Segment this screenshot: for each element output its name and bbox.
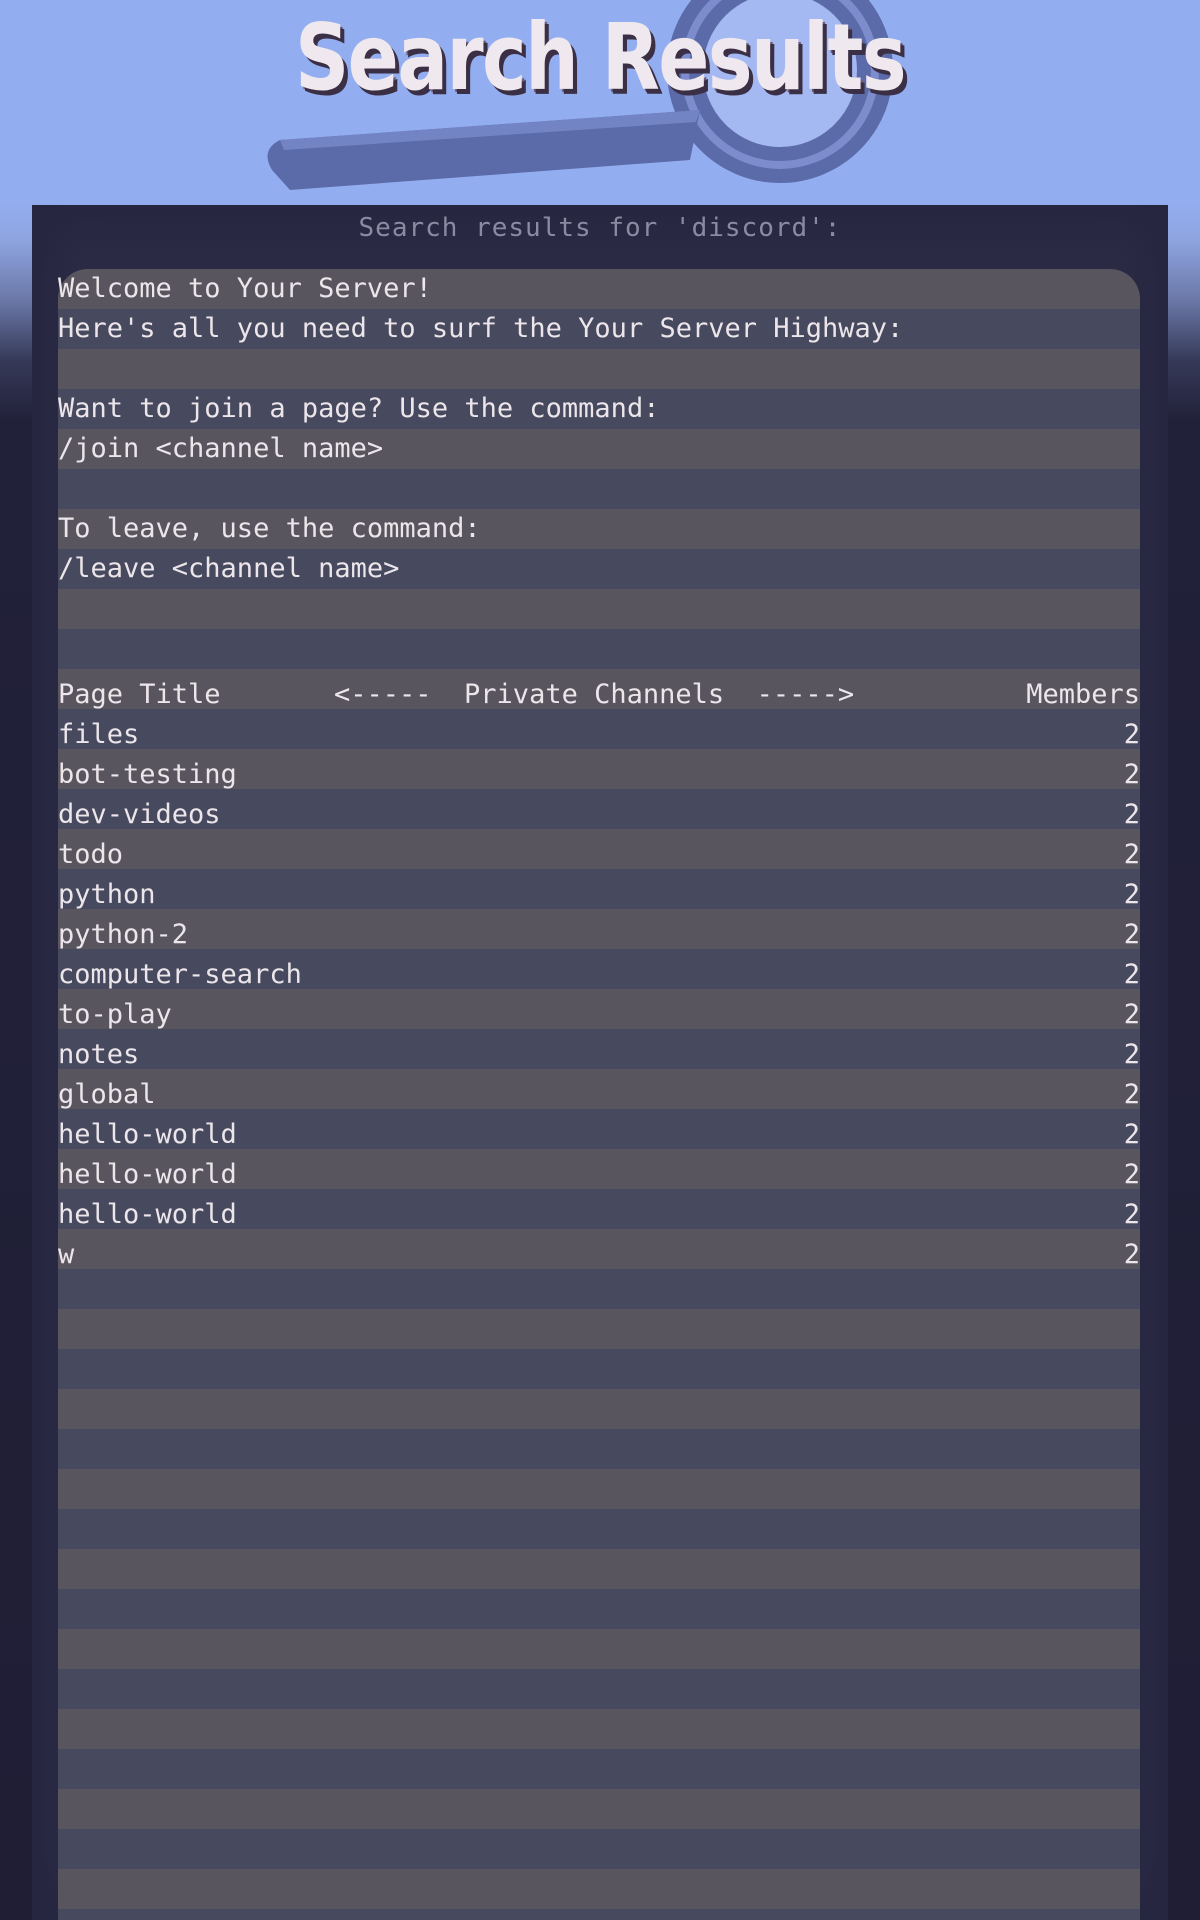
channel-name[interactable]: notes (58, 1035, 139, 1075)
channel-name[interactable]: todo (58, 835, 123, 875)
channel-row[interactable]: hello-world 2 (58, 1155, 1140, 1195)
channel-name[interactable]: global (58, 1075, 156, 1115)
channel-members-count: 2 (1123, 879, 1140, 910)
channel-members-count: 2 (1123, 959, 1140, 990)
intro-line: Here's all you need to surf the Your Ser… (58, 313, 904, 344)
page-title: Search Results (294, 4, 907, 111)
channel-row[interactable]: bot-testing 2 (58, 755, 1140, 795)
channel-name[interactable]: dev-videos (58, 795, 221, 835)
channel-name[interactable]: to-play (58, 995, 172, 1035)
table-header: Page Title <----- Private Channels -----… (58, 675, 1140, 715)
channel-row[interactable]: global 2 (58, 1075, 1140, 1115)
column-header-page-title: Page Title (58, 679, 221, 710)
channel-name[interactable]: files (58, 715, 139, 755)
channel-row[interactable]: todo 2 (58, 835, 1140, 875)
channel-row[interactable]: dev-videos 2 (58, 795, 1140, 835)
channel-row[interactable]: hello-world 2 (58, 1195, 1140, 1235)
channel-name[interactable]: python (58, 875, 156, 915)
intro-line: /join <channel name> (58, 433, 384, 464)
channel-members-count: 2 (1123, 919, 1140, 950)
channel-list: files 2 bot-testing 2 dev-videos 2 todo … (58, 715, 1140, 1275)
intro-line: Want to join a page? Use the command: (58, 393, 660, 424)
channel-members-count: 2 (1123, 1199, 1140, 1230)
channel-row[interactable]: python-2 2 (58, 915, 1140, 955)
channel-name[interactable]: computer-search (58, 955, 302, 995)
channel-row[interactable]: files 2 (58, 715, 1140, 755)
channel-members-count: 2 (1123, 839, 1140, 870)
page-header: Search Results (0, 0, 1200, 205)
intro-line: Welcome to Your Server! (58, 273, 432, 304)
intro-line (58, 469, 1140, 509)
channel-name[interactable]: hello-world (58, 1155, 237, 1195)
column-header-private-channels: <----- Private Channels -----> (334, 679, 855, 710)
channel-row[interactable]: computer-search 2 (58, 955, 1140, 995)
channel-name[interactable]: w (58, 1235, 74, 1275)
channel-row[interactable]: to-play 2 (58, 995, 1140, 1035)
channel-row[interactable]: hello-world 2 (58, 1115, 1140, 1155)
channel-members-count: 2 (1123, 719, 1140, 750)
channel-name[interactable]: hello-world (58, 1195, 237, 1235)
channel-members-count: 2 (1123, 1079, 1140, 1110)
intro-line (58, 349, 1140, 389)
channel-row[interactable]: w 2 (58, 1235, 1140, 1275)
channel-row[interactable]: python 2 (58, 875, 1140, 915)
channel-name[interactable]: bot-testing (58, 755, 237, 795)
channel-members-count: 2 (1123, 999, 1140, 1030)
column-header-members: Members (1026, 679, 1140, 710)
intro-line: To leave, use the command: (58, 513, 481, 544)
channel-name[interactable]: python-2 (58, 915, 188, 955)
channel-members-count: 2 (1123, 1159, 1140, 1190)
search-heading: Search results for 'discord': (358, 213, 842, 243)
channel-members-count: 2 (1123, 759, 1140, 790)
channel-members-count: 2 (1123, 1039, 1140, 1070)
channel-members-count: 2 (1123, 1119, 1140, 1150)
intro-text: Welcome to Your Server! Here's all you n… (58, 269, 1140, 589)
channel-row[interactable]: notes 2 (58, 1035, 1140, 1075)
channel-members-count: 2 (1123, 1239, 1140, 1270)
channel-name[interactable]: hello-world (58, 1115, 237, 1155)
results-panel: Search results for 'discord': Welcome to… (32, 205, 1168, 1920)
channel-members-count: 2 (1123, 799, 1140, 830)
intro-line: /leave <channel name> (58, 553, 400, 584)
